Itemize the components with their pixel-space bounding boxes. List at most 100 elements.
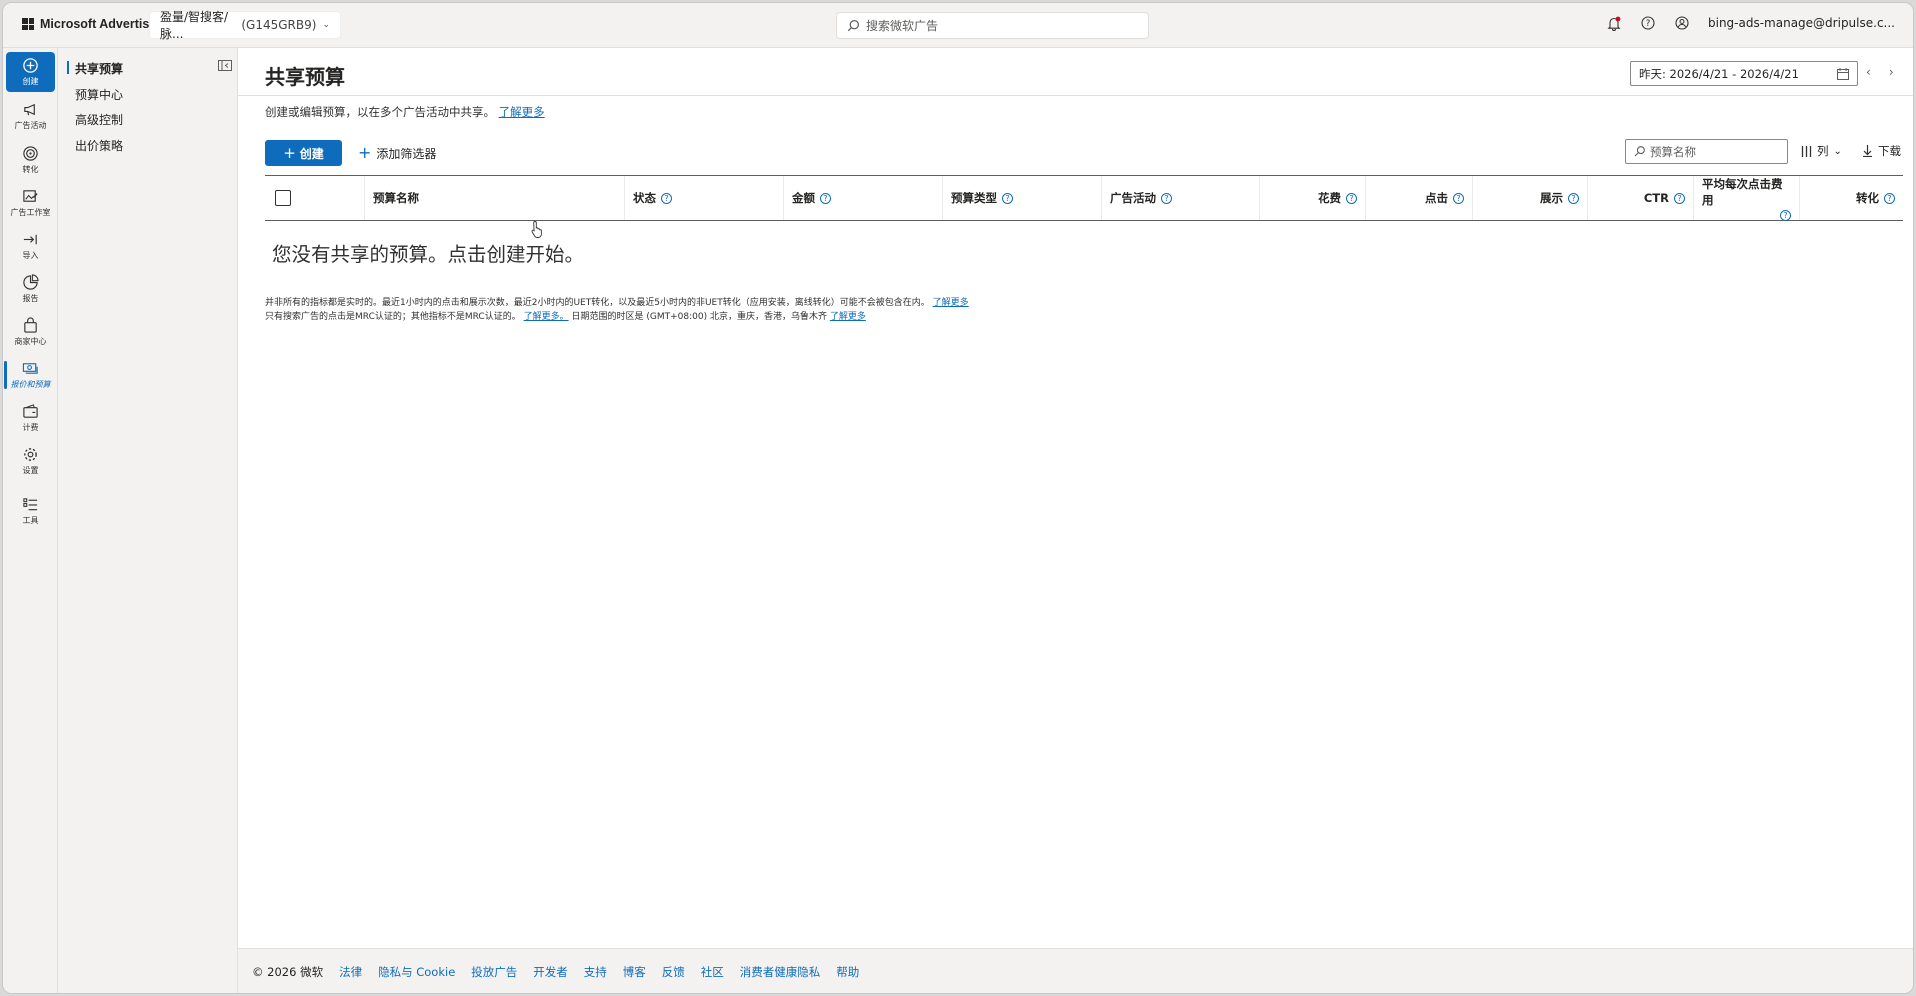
header-label: 广告活动 <box>1110 191 1156 205</box>
column-header-budget-type[interactable]: 预算类型 ? <box>943 176 1102 220</box>
rail-item-label: 导入 <box>22 251 39 260</box>
search-placeholder: 搜索微软广告 <box>866 19 939 33</box>
rail-item-ad-studio[interactable]: 广告工作室 <box>6 183 55 223</box>
chevron-left-icon[interactable]: ‹ <box>1866 65 1871 79</box>
mrc-learn-more-link[interactable]: 了解更多。 <box>524 312 569 322</box>
header-label: 花费 <box>1318 191 1341 205</box>
columns-label: 列 <box>1817 144 1829 158</box>
rail-item-conversions[interactable]: 转化 <box>6 140 55 180</box>
header-label: 预算类型 <box>951 191 997 205</box>
footer-link-privacy[interactable]: 隐私与 Cookie <box>378 964 455 980</box>
rail-item-label: 转化 <box>22 165 39 174</box>
create-button[interactable]: + 创建 <box>265 140 342 166</box>
footer-link-health-privacy[interactable]: 消费者健康隐私 <box>740 964 821 980</box>
rail-item-settings[interactable]: 设置 <box>6 441 55 481</box>
help-icon[interactable]: ? <box>1568 192 1579 204</box>
account-id: (G145GRB9) <box>241 18 317 32</box>
rail-item-label: 广告工作室 <box>10 208 51 217</box>
budget-name-search-input[interactable]: 预算名称 <box>1625 139 1788 164</box>
column-header-impressions[interactable]: 展示 ? <box>1473 176 1588 220</box>
rail-item-billing[interactable]: 计费 <box>6 398 55 438</box>
help-icon[interactable]: ? <box>1780 209 1791 221</box>
help-icon[interactable]: ? <box>661 192 672 204</box>
footer-link-help[interactable]: 帮助 <box>836 964 859 980</box>
rail-item-campaigns[interactable]: 广告活动 <box>6 96 55 136</box>
header-label: 转化 <box>1856 191 1879 205</box>
footer-link-blog[interactable]: 博客 <box>623 964 646 980</box>
rail-item-import[interactable]: 导入 <box>6 226 55 266</box>
help-icon[interactable]: ? <box>1002 192 1013 204</box>
rail-item-label: 报告 <box>22 294 39 303</box>
collapse-panel-icon[interactable] <box>218 60 232 71</box>
shopping-bag-icon <box>24 317 37 333</box>
footer-link-advertise[interactable]: 投放广告 <box>471 964 517 980</box>
footer-link-feedback[interactable]: 反馈 <box>662 964 685 980</box>
account-selector[interactable]: 盈量/智搜客/脉... (G145GRB9) ⌄ <box>149 10 341 41</box>
rail-item-label: 商家中心 <box>14 337 47 346</box>
footer-link-legal[interactable]: 法律 <box>339 964 362 980</box>
footer-link-community[interactable]: 社区 <box>701 964 724 980</box>
column-header-status[interactable]: 状态 ? <box>625 176 784 220</box>
timezone-learn-more-link[interactable]: 了解更多 <box>830 312 866 322</box>
rail-item-bids-budgets[interactable]: 报价和预算 <box>4 355 55 395</box>
header-label: 状态 <box>633 191 656 205</box>
column-header-avg-cpc[interactable]: 平均每次点击费用 ? <box>1694 176 1800 221</box>
subnav-item-bid-strategies[interactable]: 出价策略 <box>75 137 123 154</box>
import-icon <box>23 234 37 245</box>
help-icon[interactable]: ? <box>1346 192 1357 204</box>
column-header-campaigns[interactable]: 广告活动 ? <box>1102 176 1260 220</box>
column-header-spend[interactable]: 花费 ? <box>1260 176 1366 220</box>
gear-icon <box>24 448 37 461</box>
user-avatar-icon[interactable] <box>1674 15 1690 31</box>
rail-item-merchant-center[interactable]: 商家中心 <box>6 312 55 352</box>
learn-more-link[interactable]: 了解更多 <box>499 105 545 119</box>
column-header-amount[interactable]: 金额 ? <box>784 176 943 220</box>
image-edit-icon <box>23 190 38 202</box>
date-range-picker[interactable]: 昨天: 2026/4/21 - 2026/4/21 <box>1630 61 1858 86</box>
chevron-down-icon: ⌄ <box>322 20 330 30</box>
calendar-icon <box>1837 67 1849 80</box>
column-header-budget-name[interactable]: 预算名称 <box>365 176 625 220</box>
rail-item-label: 报价和预算 <box>10 380 51 389</box>
column-header-ctr[interactable]: CTR ? <box>1588 176 1694 220</box>
footnote-learn-more-link[interactable]: 了解更多 <box>933 298 969 308</box>
user-email[interactable]: bing-ads-manage@dripulse.c... <box>1708 16 1895 30</box>
rail-item-reports[interactable]: 报告 <box>6 269 55 309</box>
global-search-input[interactable]: 搜索微软广告 <box>836 12 1149 39</box>
help-icon[interactable]: ? <box>1161 192 1172 204</box>
footer-link-developers[interactable]: 开发者 <box>533 964 568 980</box>
chevron-right-icon[interactable]: › <box>1889 65 1894 79</box>
tools-list-icon <box>23 498 38 511</box>
plus-icon: + <box>283 143 296 162</box>
header-label: CTR <box>1643 191 1669 205</box>
brand-logo[interactable]: Microsoft Advertising <box>22 17 168 31</box>
account-name: 盈量/智搜客/脉... <box>160 10 229 41</box>
subnav-item-advanced-controls[interactable]: 高级控制 <box>75 111 123 128</box>
columns-button[interactable]: 列 ⌄ <box>1801 143 1842 159</box>
select-all-checkbox[interactable] <box>275 190 291 206</box>
subnav-item-budget-center[interactable]: 预算中心 <box>75 86 123 103</box>
subnav-item-shared-budgets[interactable]: 共享预算 <box>66 60 123 77</box>
download-button[interactable]: 下载 <box>1862 143 1901 159</box>
rail-item-create[interactable]: 创建 <box>6 52 55 92</box>
help-icon[interactable]: ? <box>1453 192 1464 204</box>
header-label: 点击 <box>1425 191 1448 205</box>
help-icon[interactable]: ? <box>820 192 831 204</box>
help-icon[interactable]: ? <box>1640 15 1656 31</box>
description-text: 创建或编辑预算，以在多个广告活动中共享。 <box>265 105 495 119</box>
table-header: 预算名称 状态 ? 金额 ? 预算类型 ? 广告活动 ? 花费 ? 点击 ? 展… <box>265 175 1903 221</box>
wallet-icon <box>23 404 38 418</box>
download-label: 下载 <box>1878 144 1901 158</box>
column-header-conversions[interactable]: 转化 ? <box>1800 176 1903 220</box>
notifications-bell-icon[interactable] <box>1606 15 1622 31</box>
rail-item-label: 广告活动 <box>14 121 47 130</box>
columns-icon <box>1801 145 1812 157</box>
footer-link-support[interactable]: 支持 <box>584 964 607 980</box>
rail-item-tools[interactable]: 工具 <box>6 491 55 531</box>
chevron-down-icon: ⌄ <box>1833 145 1842 157</box>
help-icon[interactable]: ? <box>1674 192 1685 204</box>
add-filter-button[interactable]: + 添加筛选器 <box>358 142 436 164</box>
rail-item-label: 计费 <box>22 423 39 432</box>
column-header-clicks[interactable]: 点击 ? <box>1366 176 1473 220</box>
help-icon[interactable]: ? <box>1884 192 1895 204</box>
